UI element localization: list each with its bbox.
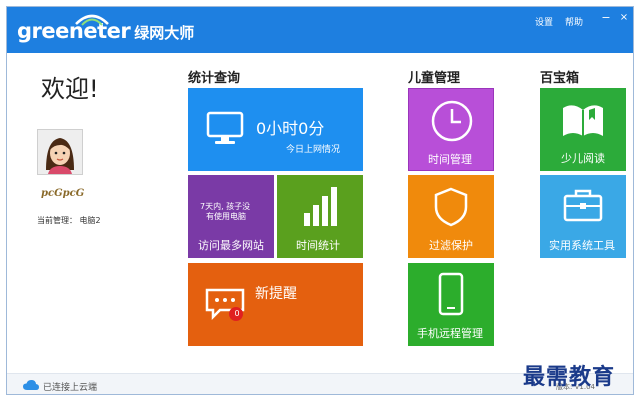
- title-bar: greeneter 绿网大师 设置 帮助 − ×: [7, 7, 633, 53]
- clock-icon: [431, 100, 473, 142]
- app-logo: greeneter 绿网大师: [17, 14, 195, 43]
- section-title-stats: 统计查询: [188, 71, 241, 86]
- remote-management-label: 手机远程管理: [417, 327, 483, 340]
- message-bubble-icon: [205, 288, 245, 321]
- toolbox-icon: [563, 189, 603, 222]
- watermark-text: 最需教育: [523, 364, 616, 390]
- tile-kids-reading[interactable]: 少儿阅读: [540, 88, 626, 171]
- tile-system-tools[interactable]: 实用系统工具: [540, 175, 626, 258]
- tile-reminder[interactable]: 0 新提醒: [188, 263, 363, 346]
- minimize-button[interactable]: −: [599, 12, 613, 24]
- reminder-badge: 0: [234, 309, 240, 318]
- logo-wave-icon: [75, 14, 109, 26]
- online-time-label: 今日上网情况: [286, 145, 341, 155]
- monitor-icon: [206, 111, 244, 144]
- tile-online-time[interactable]: 0小时0分 今日上网情况: [188, 88, 363, 171]
- shield-icon: [434, 187, 468, 227]
- bar-chart-icon: [304, 187, 337, 226]
- welcome-text: 欢迎!: [41, 75, 99, 103]
- time-management-label: 时间管理: [428, 153, 472, 166]
- close-button[interactable]: ×: [617, 12, 631, 24]
- tile-remote-management[interactable]: 手机远程管理: [408, 263, 494, 346]
- section-title-kids: 儿童管理: [408, 71, 461, 86]
- online-time-value: 0小时0分: [256, 119, 325, 138]
- current-admin: 当前管理： 电脑2: [37, 216, 101, 225]
- avatar-girl-icon: [38, 130, 82, 174]
- cloud-icon: [23, 380, 39, 390]
- tile-time-stats[interactable]: 时间统计: [277, 175, 363, 258]
- top-sites-label: 访问最多网站: [198, 239, 264, 252]
- username: pcGpcG: [41, 188, 85, 199]
- open-book-icon: [563, 105, 603, 136]
- top-sites-desc-line2: 有使用电脑: [206, 212, 246, 221]
- system-tools-label: 实用系统工具: [549, 239, 615, 252]
- time-stats-label: 时间统计: [296, 239, 340, 252]
- tile-filter-protect[interactable]: 过滤保护: [408, 175, 494, 258]
- mobile-phone-icon: [438, 272, 464, 316]
- kids-reading-label: 少儿阅读: [561, 152, 605, 165]
- header-links: 设置 帮助: [535, 15, 583, 28]
- avatar[interactable]: [37, 129, 83, 175]
- settings-link[interactable]: 设置: [535, 15, 553, 28]
- tile-top-sites[interactable]: 7天内, 孩子没 有使用电脑 访问最多网站: [188, 175, 274, 258]
- section-title-toolbox: 百宝箱: [540, 71, 580, 86]
- filter-protect-label: 过滤保护: [429, 239, 473, 252]
- reminder-label: 新提醒: [255, 286, 297, 302]
- app-window: greeneter 绿网大师 设置 帮助 − × 欢迎! pcGpcG 当前管理…: [6, 6, 634, 395]
- tile-time-management[interactable]: 时间管理: [408, 88, 494, 171]
- logo-text-cn: 绿网大师: [134, 23, 195, 42]
- cloud-status-text: 已连接上云端: [43, 383, 98, 393]
- help-link[interactable]: 帮助: [565, 15, 583, 28]
